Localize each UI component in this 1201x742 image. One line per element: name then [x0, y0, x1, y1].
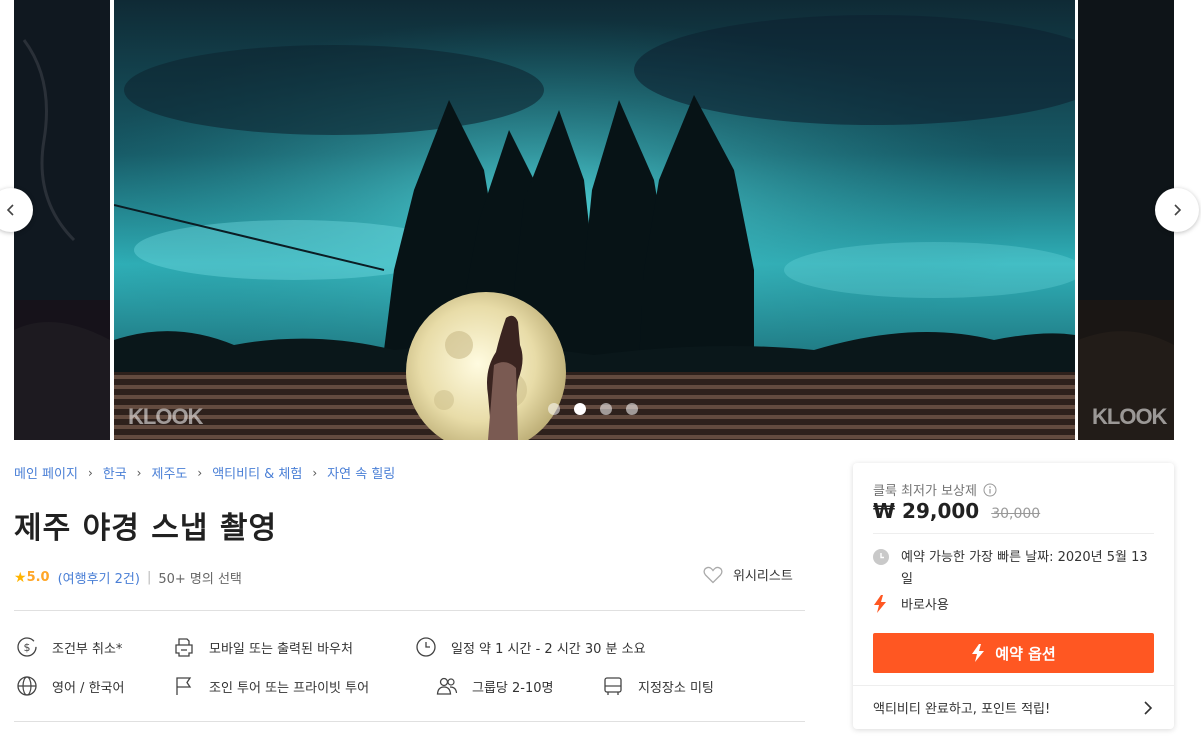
- chevron-right-icon: [1174, 204, 1182, 216]
- wishlist-label: 위시리스트: [733, 569, 793, 584]
- booked-count: 50+ 명의 선택: [158, 572, 242, 587]
- price-row: ₩ 29,000 30,000: [873, 499, 1040, 523]
- feature-label: 조건부 취소*: [52, 641, 123, 657]
- clock-icon: [416, 637, 436, 657]
- bus-icon: [604, 677, 622, 695]
- breadcrumb-country[interactable]: 한국: [103, 463, 127, 482]
- wishlist-button[interactable]: 위시리스트: [703, 565, 793, 584]
- feature-label: 모바일 또는 출력된 바우처: [209, 641, 353, 657]
- feature-cancellation: $ 조건부 취소*: [16, 636, 122, 658]
- info-icon[interactable]: [983, 483, 997, 497]
- feature-voucher: 모바일 또는 출력된 바우처: [173, 636, 353, 658]
- divider: |: [146, 570, 152, 585]
- price-guarantee: 클룩 최저가 보상제: [873, 480, 997, 499]
- feature-label: 영어 / 한국어: [52, 680, 125, 696]
- carousel-dot[interactable]: [548, 403, 560, 415]
- booking-card: 클룩 최저가 보상제 ₩ 29,000 30,000 예약 가능한 가장 빠른 …: [853, 463, 1174, 729]
- feature-label: 조인 투어 또는 프라이빗 투어: [209, 680, 370, 696]
- klook-watermark: KLOOK: [128, 404, 203, 429]
- original-price: 30,000: [991, 506, 1041, 522]
- chevron-right-icon: ›: [312, 465, 318, 480]
- carousel-dot[interactable]: [626, 403, 638, 415]
- review-count-link[interactable]: (여행후기 2건): [58, 568, 140, 587]
- feature-tour-type: 조인 투어 또는 프라이빗 투어: [173, 675, 369, 697]
- breadcrumb: 메인 페이지 › 한국 › 제주도 › 액티비티 & 체험 › 자연 속 힐링: [14, 463, 395, 483]
- carousel-dot[interactable]: [600, 403, 612, 415]
- points-link[interactable]: 액티비티 완료하고, 포인트 적립!: [853, 685, 1174, 729]
- image-carousel[interactable]: KLOOK KLOOK: [0, 0, 1201, 440]
- svg-text:$: $: [24, 641, 31, 654]
- feature-duration: 일정 약 1 시간 - 2 시간 30 분 소요: [415, 636, 646, 658]
- price-guarantee-label: 클룩 최저가 보상제: [873, 484, 977, 499]
- feature-label: 그룹당 2-10명: [472, 680, 554, 696]
- breadcrumb-home[interactable]: 메인 페이지: [14, 463, 78, 482]
- instant-label: 바로사용: [901, 598, 949, 613]
- card-divider: [873, 533, 1154, 534]
- page-title: 제주 야경 스냅 촬영: [14, 511, 278, 546]
- dollar-cancel-icon: $: [17, 637, 37, 657]
- earliest-date-row: 예약 가능한 가장 빠른 날짜: 2020년 5월 13일: [873, 547, 1158, 591]
- klook-watermark-right: KLOOK: [1092, 404, 1167, 429]
- chevron-right-icon: ›: [197, 465, 203, 480]
- group-icon: [436, 677, 458, 695]
- breadcrumb-category[interactable]: 액티비티 & 체험: [212, 463, 302, 482]
- feature-label: 일정 약 1 시간 - 2 시간 30 분 소요: [451, 641, 646, 657]
- star-icon: ★: [14, 569, 27, 586]
- chevron-right-icon: [1144, 700, 1153, 715]
- rating-row: ★ 5.0 (여행후기 2건) | 50+ 명의 선택: [14, 568, 242, 588]
- chevron-right-icon: ›: [136, 465, 142, 480]
- book-options-button[interactable]: 예약 옵션: [873, 633, 1154, 673]
- heart-icon: [703, 566, 723, 583]
- voucher-printer-icon: [175, 638, 193, 657]
- book-button-label: 예약 옵션: [995, 644, 1056, 663]
- chevron-right-icon: ›: [87, 465, 93, 480]
- carousel-dots: [548, 403, 638, 415]
- carousel-dot-active[interactable]: [574, 403, 586, 415]
- points-label: 액티비티 완료하고, 포인트 적립!: [873, 702, 1051, 717]
- clock-icon: [873, 549, 889, 565]
- earliest-date: 예약 가능한 가장 빠른 날짜: 2020년 5월 13일: [901, 550, 1148, 587]
- divider-line: [14, 721, 805, 722]
- lightning-icon: [972, 644, 985, 662]
- feature-label: 지정장소 미팅: [638, 680, 714, 696]
- rating-value: 5.0: [26, 570, 50, 585]
- divider-line: [14, 610, 805, 611]
- breadcrumb-subcategory[interactable]: 자연 속 힐링: [327, 463, 395, 482]
- globe-icon: [17, 676, 37, 696]
- carousel-next-button[interactable]: [1155, 188, 1199, 232]
- feature-meeting: 지정장소 미팅: [602, 675, 714, 697]
- breadcrumb-city[interactable]: 제주도: [151, 463, 187, 482]
- instant-confirm-row: 바로사용: [873, 594, 949, 613]
- lightning-icon: [874, 594, 886, 613]
- chevron-left-icon: [6, 204, 14, 216]
- current-price: ₩ 29,000: [873, 499, 980, 523]
- feature-group-size: 그룹당 2-10명: [436, 675, 553, 697]
- feature-language: 영어 / 한국어: [16, 675, 124, 697]
- main-slide-image: KLOOK: [114, 0, 1075, 440]
- flag-icon: [176, 677, 192, 695]
